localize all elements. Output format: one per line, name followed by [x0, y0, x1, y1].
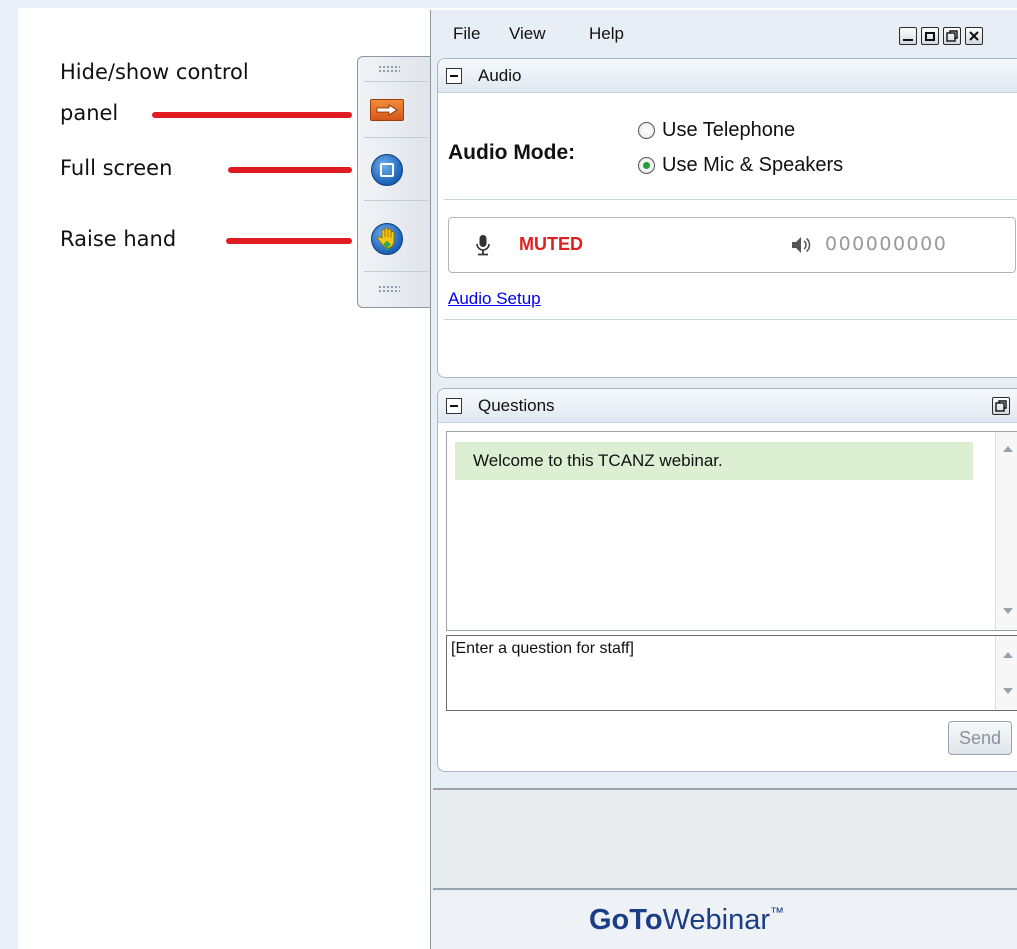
- audio-collapse-button[interactable]: [446, 68, 462, 84]
- maximize-icon: [925, 31, 935, 41]
- question-input-scrollbar[interactable]: [995, 636, 1017, 710]
- annotation-hide-show-line1: Hide/show control: [60, 60, 249, 84]
- menu-help[interactable]: Help: [589, 24, 624, 44]
- questions-panel: Questions Welcome to this TCANZ webinar.…: [437, 388, 1017, 772]
- strip-separator: [364, 271, 428, 272]
- send-button-label: Send: [958, 727, 1002, 748]
- popout-icon: [995, 400, 1007, 412]
- logo-goto: GoTo: [589, 904, 663, 936]
- close-button[interactable]: [965, 27, 983, 45]
- strip-grip-top[interactable]: [378, 65, 400, 73]
- logo-tm: ™: [770, 904, 785, 920]
- questions-log-scrollbar[interactable]: [995, 432, 1017, 630]
- menu-file[interactable]: File: [453, 24, 480, 44]
- welcome-message-text: Welcome to this TCANZ webinar.: [473, 451, 723, 470]
- annotation-hide-show-line2: panel: [60, 101, 119, 125]
- audio-status-box: MUTED 000000000: [448, 217, 1016, 273]
- annotation-full-screen: Full screen: [60, 156, 173, 180]
- questions-panel-header: Questions: [438, 389, 1017, 423]
- questions-popout-button[interactable]: [992, 397, 1010, 415]
- use-telephone-label[interactable]: Use Telephone: [662, 119, 795, 142]
- microphone-icon: [476, 235, 490, 256]
- strip-grip-bottom[interactable]: [378, 285, 400, 293]
- brand-footer: GoToWebinar™: [431, 892, 1017, 949]
- audio-panel-title: Audio: [478, 66, 522, 85]
- mic-muted-status: MUTED: [519, 234, 583, 254]
- welcome-message: Welcome to this TCANZ webinar.: [455, 442, 973, 480]
- goto-webinar-window: File View Help Audio Audio Mode: Use Tel…: [430, 10, 1017, 949]
- raise-hand-button[interactable]: [370, 222, 404, 256]
- questions-log: Welcome to this TCANZ webinar.: [446, 431, 1017, 631]
- raise-hand-icon: [371, 223, 403, 255]
- arrow-right-icon: [370, 99, 404, 121]
- question-input-placeholder: [Enter a question for staff]: [451, 640, 634, 657]
- minimize-button[interactable]: [899, 27, 917, 45]
- use-mic-speakers-radio[interactable]: [638, 157, 655, 174]
- strip-separator: [364, 200, 428, 201]
- minimize-icon: [903, 39, 913, 41]
- close-icon: [969, 31, 979, 41]
- restore-button[interactable]: [943, 27, 961, 45]
- strip-separator: [364, 137, 428, 138]
- empty-panel-area: [433, 788, 1017, 890]
- question-input[interactable]: [Enter a question for staff]: [446, 635, 1017, 711]
- control-strip: [357, 56, 433, 308]
- menu-bar: File View Help: [431, 10, 1017, 58]
- audio-panel: Audio Audio Mode: Use Telephone Use Mic …: [437, 58, 1017, 378]
- scroll-up-icon[interactable]: [1003, 652, 1013, 658]
- annotation-raise-hand: Raise hand: [60, 227, 177, 251]
- speaker-level-meter: 000000000: [825, 233, 948, 255]
- strip-separator: [364, 81, 428, 82]
- hide-show-panel-button[interactable]: [370, 93, 404, 127]
- maximize-button[interactable]: [921, 27, 939, 45]
- audio-setup-divider: [444, 319, 1017, 320]
- scroll-up-icon[interactable]: [1003, 446, 1013, 452]
- menu-view[interactable]: View: [509, 24, 546, 44]
- audio-panel-header: Audio: [438, 59, 1017, 93]
- use-telephone-radio[interactable]: [638, 122, 655, 139]
- restore-icon: [946, 30, 958, 42]
- audio-mode-label: Audio Mode:: [448, 141, 576, 164]
- annotation-pointer-full-screen: [228, 167, 352, 173]
- gotowebinar-logo: GoToWebinar™: [589, 904, 784, 937]
- annotation-pointer-hide-show: [152, 112, 352, 118]
- annotation-pointer-raise-hand: [226, 238, 352, 244]
- full-screen-icon: [371, 154, 403, 186]
- audio-setup-link[interactable]: Audio Setup: [448, 289, 541, 309]
- questions-panel-title: Questions: [478, 396, 555, 415]
- send-button[interactable]: Send: [948, 721, 1012, 755]
- full-screen-button[interactable]: [370, 153, 404, 187]
- scroll-down-icon[interactable]: [1003, 608, 1013, 614]
- questions-collapse-button[interactable]: [446, 398, 462, 414]
- logo-webinar: Webinar: [662, 904, 771, 936]
- audio-divider: [444, 199, 1017, 200]
- speaker-icon: [792, 237, 811, 253]
- scroll-down-icon[interactable]: [1003, 688, 1013, 694]
- use-mic-speakers-label[interactable]: Use Mic & Speakers: [662, 154, 843, 177]
